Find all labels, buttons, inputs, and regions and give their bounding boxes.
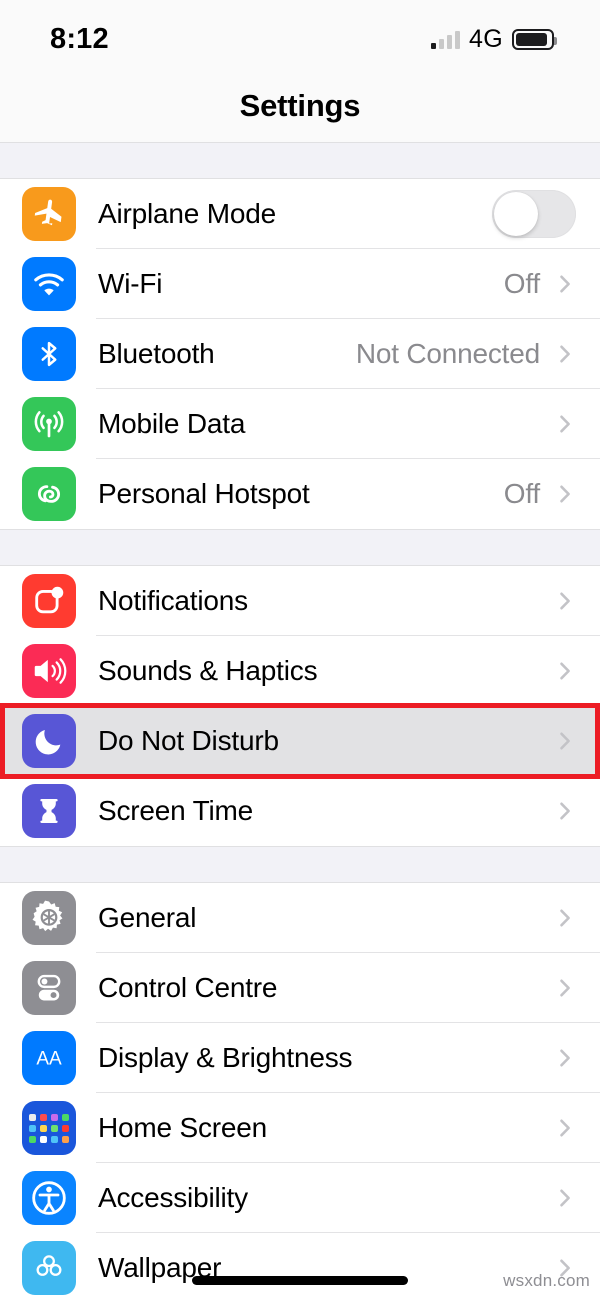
- watermark: wsxdn.com: [503, 1271, 590, 1290]
- settings-row-accessibility[interactable]: Accessibility: [0, 1163, 600, 1233]
- chevron-right-icon: [554, 1187, 576, 1209]
- status-indicators: 4G: [431, 24, 557, 54]
- page-title: Settings: [239, 88, 361, 123]
- chevron-right-icon: [554, 730, 576, 752]
- settings-row-airplane-mode[interactable]: Airplane Mode: [0, 179, 600, 249]
- settings-row-label: Mobile Data: [98, 408, 246, 439]
- chevron-right-icon: [554, 907, 576, 929]
- settings-row-sounds-haptics[interactable]: Sounds & Haptics: [0, 636, 600, 706]
- control-sliders-icon: [22, 961, 76, 1015]
- group-separator: [0, 530, 600, 566]
- hotspot-link-icon: [22, 467, 76, 521]
- settings-list[interactable]: Airplane Mode Wi-Fi Off Bluetooth Not Connec…: [0, 143, 600, 1299]
- gear-icon: [22, 891, 76, 945]
- settings-row-personal-hotspot[interactable]: Personal Hotspot Off: [0, 459, 600, 529]
- settings-row-label: Display & Brightness: [98, 1042, 353, 1073]
- settings-row-label: Control Centre: [98, 972, 278, 1003]
- speaker-waves-icon: [22, 644, 76, 698]
- settings-row-label: Personal Hotspot: [98, 478, 310, 509]
- app-grid-icon: [22, 1101, 76, 1155]
- cellular-antenna-icon: [22, 397, 76, 451]
- settings-row-value: Off: [503, 268, 540, 299]
- settings-row-label: Home Screen: [98, 1112, 267, 1143]
- hourglass-icon: [22, 784, 76, 838]
- settings-screen: 8:12 4G Settings Airplane Mode Wi-Fi Off Bl…: [0, 0, 600, 1299]
- battery-icon: [512, 28, 557, 50]
- group-separator: [0, 847, 600, 883]
- chevron-right-icon: [554, 343, 576, 365]
- chevron-right-icon: [554, 590, 576, 612]
- settings-row-control-centre[interactable]: Control Centre: [0, 953, 600, 1023]
- network-type-label: 4G: [469, 24, 503, 53]
- settings-row-label: Accessibility: [98, 1182, 248, 1213]
- chevron-right-icon: [554, 977, 576, 999]
- settings-row-label: Screen Time: [98, 795, 253, 826]
- chevron-right-icon: [554, 1117, 576, 1139]
- chevron-right-icon: [554, 273, 576, 295]
- airplane-icon: [22, 187, 76, 241]
- settings-row-label: Bluetooth: [98, 338, 215, 369]
- toggle-switch[interactable]: [492, 190, 576, 238]
- settings-group: Airplane Mode Wi-Fi Off Bluetooth Not Connec…: [0, 179, 600, 530]
- text-size-aa-icon: AA: [22, 1031, 76, 1085]
- chevron-right-icon: [554, 800, 576, 822]
- accessibility-person-icon: [22, 1171, 76, 1225]
- status-bar: 8:12 4G: [0, 0, 600, 72]
- navigation-bar: Settings: [0, 72, 600, 143]
- chevron-right-icon: [554, 483, 576, 505]
- settings-group: General Control Centre AA Display & Brightn…: [0, 883, 600, 1299]
- settings-row-display-brightness[interactable]: AA Display & Brightness: [0, 1023, 600, 1093]
- settings-row-label: Notifications: [98, 585, 248, 616]
- settings-row-value: Off: [503, 478, 540, 509]
- settings-row-label: Do Not Disturb: [98, 725, 279, 756]
- wifi-icon: [22, 257, 76, 311]
- settings-row-general[interactable]: General: [0, 883, 600, 953]
- home-indicator: [192, 1276, 408, 1285]
- settings-row-label: Wi-Fi: [98, 268, 163, 299]
- wallpaper-flower-icon: [22, 1241, 76, 1295]
- settings-row-label: Sounds & Haptics: [98, 655, 318, 686]
- status-time: 8:12: [50, 22, 109, 55]
- settings-row-notifications[interactable]: Notifications: [0, 566, 600, 636]
- app-grid-dots: [29, 1113, 69, 1143]
- chevron-right-icon: [554, 1047, 576, 1069]
- settings-row-wi-fi[interactable]: Wi-Fi Off: [0, 249, 600, 319]
- notification-badge-icon: [22, 574, 76, 628]
- svg-text:AA: AA: [36, 1049, 62, 1070]
- bluetooth-icon: [22, 327, 76, 381]
- settings-row-value: Not Connected: [355, 338, 540, 369]
- settings-row-do-not-disturb[interactable]: Do Not Disturb: [0, 706, 600, 776]
- crescent-moon-icon: [22, 714, 76, 768]
- settings-group: Notifications Sounds & Haptics Do Not Dist…: [0, 566, 600, 847]
- chevron-right-icon: [554, 413, 576, 435]
- signal-strength-icon: [431, 29, 461, 49]
- settings-row-label: Airplane Mode: [98, 198, 276, 229]
- settings-row-home-screen[interactable]: Home Screen: [0, 1093, 600, 1163]
- settings-row-bluetooth[interactable]: Bluetooth Not Connected: [0, 319, 600, 389]
- chevron-right-icon: [554, 660, 576, 682]
- settings-row-label: General: [98, 902, 197, 933]
- settings-row-screen-time[interactable]: Screen Time: [0, 776, 600, 846]
- group-separator: [0, 143, 600, 179]
- settings-row-mobile-data[interactable]: Mobile Data: [0, 389, 600, 459]
